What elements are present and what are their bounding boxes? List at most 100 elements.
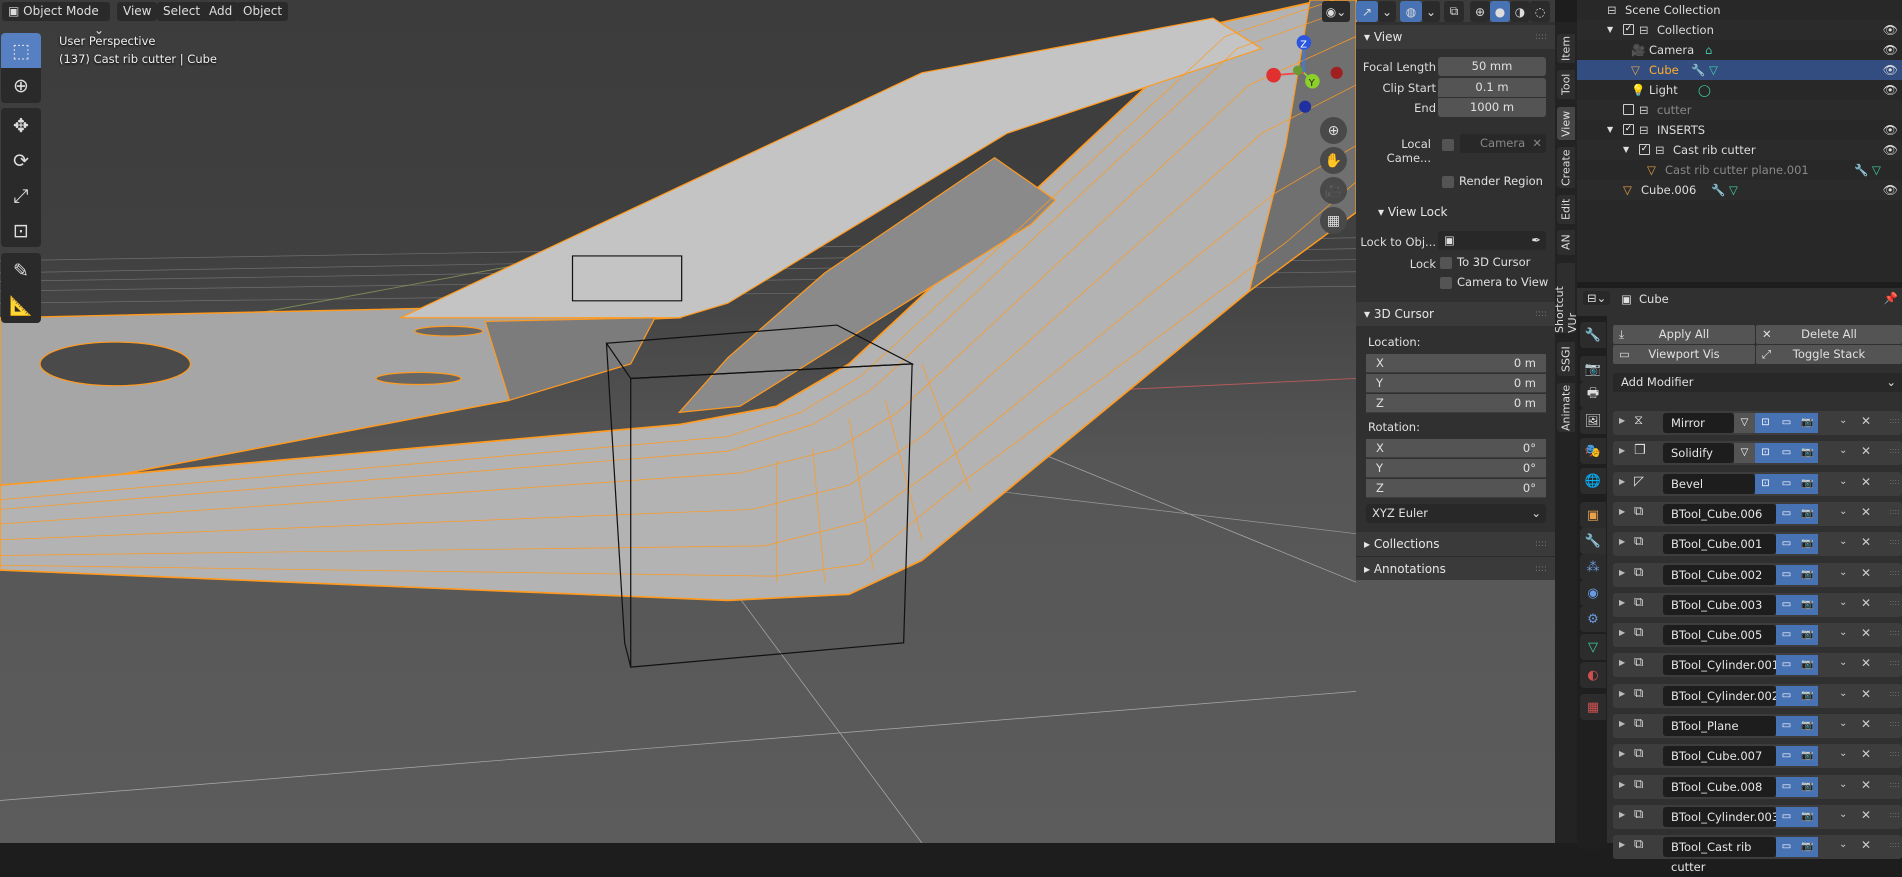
scene-tab-icon[interactable]: 🎭 bbox=[1580, 438, 1606, 464]
modifier-icon[interactable]: 🔧 bbox=[1854, 160, 1868, 180]
camera-data-icon[interactable]: ⌂ bbox=[1705, 40, 1712, 60]
chevron-down-icon[interactable]: ⌄ bbox=[1839, 627, 1847, 638]
chevron-down-icon[interactable]: ⌄ bbox=[1839, 445, 1847, 456]
add-modifier-dropdown[interactable]: Add Modifier ⌄ bbox=[1613, 373, 1902, 392]
camera-view-icon[interactable]: 🎥 bbox=[1320, 177, 1347, 204]
render-toggle-icon[interactable]: 📷 bbox=[1797, 837, 1818, 858]
texture-tab-icon[interactable]: ▦ bbox=[1580, 694, 1606, 720]
editor-type-icon[interactable]: ⊟⌄ bbox=[1583, 291, 1611, 305]
rotate-icon[interactable]: ⟳ bbox=[1, 143, 41, 178]
modifier-mirror[interactable]: ▶ ⧖ Mirror ▽ ⊡ ▭ 📷 ⌄ ✕:::: bbox=[1613, 411, 1902, 435]
physics-tab-icon[interactable]: ◉ bbox=[1580, 580, 1606, 606]
render-toggle-icon[interactable]: 📷 bbox=[1797, 655, 1818, 676]
material-tab-icon[interactable]: ◐ bbox=[1580, 662, 1606, 688]
modifier-btool-cylinder-003[interactable]: ▶ ⧉ BTool_Cylinder.003 ▭ 📷 ⌄ ✕:::: bbox=[1613, 804, 1902, 829]
eye-icon[interactable]: 👁 bbox=[1883, 140, 1898, 160]
chevron-down-icon[interactable]: ⌄ bbox=[1839, 567, 1847, 578]
delete-all-button[interactable]: ✕ Delete All bbox=[1756, 325, 1902, 344]
shading-solid-icon[interactable]: ● bbox=[1490, 1, 1510, 22]
xray-toggle-icon[interactable]: ⧉ bbox=[1444, 1, 1464, 22]
mesh-data-icon[interactable]: ▽ bbox=[1709, 60, 1718, 80]
particles-tab-icon[interactable]: ⁂ bbox=[1580, 554, 1606, 580]
expand-arrow-icon[interactable]: ▶ bbox=[1619, 628, 1625, 637]
modifiers-tab-icon[interactable]: 🔧 bbox=[1580, 528, 1606, 554]
mode-selector[interactable]: ▣ Object Mode ⌄ bbox=[2, 2, 110, 37]
chevron-down-icon[interactable]: ⌄ bbox=[1839, 476, 1847, 487]
modifier-solidify[interactable]: ▶ ❒ Solidify ▽ ⊡ ▭ 📷 ⌄ ✕:::: bbox=[1613, 441, 1902, 466]
cursor-rotation-y-field[interactable]: Y 0° bbox=[1366, 459, 1546, 478]
modifier-btool-cylinder-002[interactable]: ▶ ⧉ BTool_Cylinder.002 ▭ 📷 ⌄ ✕:::: bbox=[1613, 683, 1902, 708]
chevron-down-icon[interactable]: ⌄ bbox=[1839, 597, 1847, 608]
cursor-icon[interactable]: ⊕ bbox=[1, 68, 41, 103]
remove-modifier-icon[interactable]: ✕ bbox=[1861, 475, 1871, 489]
tab-animate[interactable]: Animate bbox=[1557, 383, 1575, 432]
gizmo-toggle-icon[interactable]: ↗ bbox=[1356, 1, 1378, 22]
exclude-checkbox[interactable]: ✓ bbox=[1623, 124, 1634, 135]
camera-object-field[interactable]: Camera ✕ bbox=[1460, 134, 1546, 153]
3d-cursor-panel-header[interactable]: ▾ 3D Cursor:::: bbox=[1356, 302, 1555, 326]
drag-handle-icon[interactable]: :::: bbox=[1889, 689, 1900, 698]
world-tab-icon[interactable]: 🌐 bbox=[1580, 468, 1606, 494]
cursor-location-y-field[interactable]: Y 0 m bbox=[1366, 374, 1546, 393]
outliner-item-inserts[interactable]: ▼ ✓ ⊟ INSERTS 👁 bbox=[1577, 120, 1902, 140]
modifier-name-field[interactable]: BTool_Cube.001 bbox=[1663, 534, 1776, 555]
transform-icon[interactable]: ⊡ bbox=[1, 213, 41, 248]
render-toggle-icon[interactable]: 📷 bbox=[1797, 746, 1818, 767]
drag-handle-icon[interactable]: :::: bbox=[1889, 840, 1900, 849]
constraints-tab-icon[interactable]: ⚙ bbox=[1580, 606, 1606, 632]
render-tab-icon[interactable]: 📷 bbox=[1580, 356, 1606, 382]
modifier-btool-plane[interactable]: ▶ ⧉ BTool_Plane ▭ 📷 ⌄ ✕:::: bbox=[1613, 714, 1902, 738]
rotation-mode-dropdown[interactable]: XYZ Euler ⌄ bbox=[1366, 504, 1546, 523]
object-tab-icon[interactable]: ▣ bbox=[1580, 502, 1606, 528]
outliner-item-cast-rib-cutter[interactable]: ▼ ✓ ⊟ Cast rib cutter 👁 bbox=[1577, 140, 1902, 160]
chevron-down-icon[interactable]: ⌄ bbox=[1839, 779, 1847, 790]
remove-modifier-icon[interactable]: ✕ bbox=[1861, 687, 1871, 701]
drag-handle-icon[interactable]: :::: bbox=[1889, 780, 1900, 789]
drag-handle-icon[interactable]: :::: bbox=[1889, 477, 1900, 486]
expand-arrow-icon[interactable]: ▶ bbox=[1619, 598, 1625, 607]
drag-handle-icon[interactable]: :::: bbox=[1889, 537, 1900, 546]
modifier-btool-cube-001[interactable]: ▶ ⧉ BTool_Cube.001 ▭ 📷 ⌄ ✕:::: bbox=[1613, 532, 1902, 557]
viewport-toggle-icon[interactable]: ▭ bbox=[1776, 443, 1797, 464]
mesh-data-icon[interactable]: ▽ bbox=[1729, 180, 1738, 200]
modifier-icon[interactable]: 🔧 bbox=[1691, 60, 1705, 80]
modifier-name-field[interactable]: BTool_Cube.006 bbox=[1663, 503, 1776, 524]
exclude-checkbox[interactable] bbox=[1623, 104, 1634, 115]
tab-item[interactable]: Item bbox=[1557, 34, 1575, 63]
outliner-item-scene-collection[interactable]: ⊟ Scene Collection bbox=[1577, 0, 1902, 20]
eye-icon[interactable]: 👁 bbox=[1883, 20, 1898, 40]
modifier-btool-cast-rib-cutter[interactable]: ▶ ⧉ BTool_Cast rib cutter ▭ 📷 ⌄ ✕:::: bbox=[1613, 835, 1902, 874]
eye-icon[interactable]: 👁 bbox=[1883, 60, 1898, 80]
modifier-btool-cube-006[interactable]: ▶ ⧉ BTool_Cube.006 ▭ 📷 ⌄ ✕:::: bbox=[1613, 501, 1902, 526]
editmode-mesh-toggle-icon[interactable]: ▽ bbox=[1734, 443, 1755, 464]
render-toggle-icon[interactable]: 📷 bbox=[1797, 625, 1818, 646]
render-toggle-icon[interactable]: 📷 bbox=[1797, 564, 1818, 585]
modifier-name-field[interactable]: BTool_Cube.002 bbox=[1663, 564, 1776, 585]
focal-length-field[interactable]: 50 mm bbox=[1438, 57, 1546, 76]
local-camera-checkbox[interactable] bbox=[1442, 139, 1454, 151]
modifier-name-field[interactable]: BTool_Cylinder.001 bbox=[1663, 655, 1779, 676]
outliner-item-collection[interactable]: ▼ ✓ ⊟ Collection 👁 bbox=[1577, 20, 1902, 40]
expand-arrow-icon[interactable]: ▼ bbox=[1607, 120, 1613, 140]
remove-modifier-icon[interactable]: ✕ bbox=[1861, 444, 1871, 458]
lock-to-3d-cursor-checkbox[interactable]: To 3D Cursor bbox=[1440, 255, 1530, 269]
modifier-name-field[interactable]: BTool_Cube.007 bbox=[1663, 746, 1776, 767]
drag-handle-icon[interactable]: :::: bbox=[1889, 719, 1900, 728]
remove-modifier-icon[interactable]: ✕ bbox=[1861, 808, 1871, 822]
view-panel-header[interactable]: ▾ View:::: bbox=[1356, 25, 1555, 49]
modifier-name-field[interactable]: BTool_Plane bbox=[1663, 716, 1776, 736]
viewport-toggle-icon[interactable]: ▭ bbox=[1776, 746, 1797, 767]
pin-icon[interactable]: 📌 bbox=[1884, 291, 1898, 305]
shading-material-icon[interactable]: ◑ bbox=[1510, 1, 1530, 22]
chevron-down-icon[interactable]: ⌄ bbox=[1839, 839, 1847, 850]
chevron-down-icon[interactable]: ⌄ bbox=[1839, 718, 1847, 729]
render-toggle-icon[interactable]: 📷 bbox=[1797, 503, 1818, 524]
remove-modifier-icon[interactable]: ✕ bbox=[1861, 747, 1871, 761]
remove-modifier-icon[interactable]: ✕ bbox=[1861, 717, 1871, 731]
editmode-mesh-toggle-icon[interactable]: ▽ bbox=[1734, 413, 1755, 433]
eye-icon[interactable]: 👁 bbox=[1883, 80, 1898, 100]
tab-edit[interactable]: Edit bbox=[1557, 195, 1575, 224]
render-toggle-icon[interactable]: 📷 bbox=[1797, 685, 1818, 706]
viewport-vis-button[interactable]: ▭ Viewport Vis bbox=[1613, 345, 1755, 364]
viewport-toggle-icon[interactable]: ▭ bbox=[1776, 534, 1797, 555]
